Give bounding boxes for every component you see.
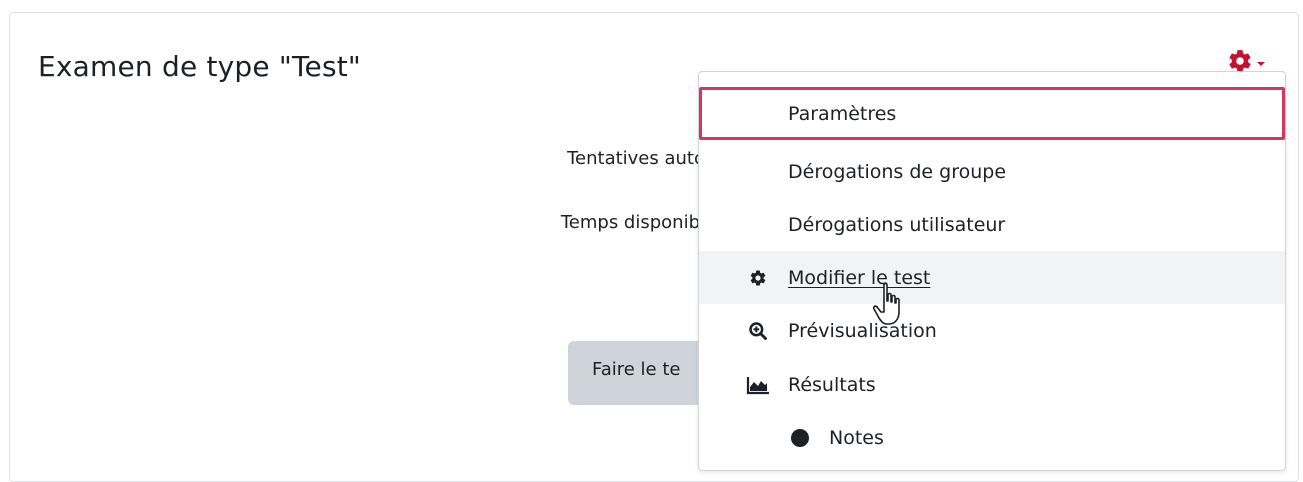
menu-item-user-overrides[interactable]: Dérogations utilisateur (699, 198, 1285, 251)
menu-item-label: Prévisualisation (788, 319, 937, 342)
menu-item-label: Dérogations utilisateur (788, 213, 1006, 236)
time-limit-label: Temps disponibl (560, 212, 705, 233)
menu-item-label: Résultats (788, 373, 876, 396)
menu-item-label: Paramètres (788, 102, 897, 125)
zoom-in-icon (745, 318, 771, 344)
menu-item-label: Dérogations de groupe (788, 160, 1007, 183)
menu-item-label: Notes (829, 426, 884, 449)
settings-dropdown-menu: Paramètres Dérogations de groupe Dérogat… (698, 71, 1286, 471)
page-title: Examen de type "Test" (38, 50, 362, 83)
bullet-icon (787, 425, 813, 451)
menu-item-results[interactable]: Résultats (699, 358, 1285, 411)
menu-item-edit-quiz[interactable]: Modifier le test (699, 251, 1285, 304)
gear-icon (745, 265, 771, 291)
attempts-allowed-label: Tentatives auto (567, 148, 705, 169)
menu-item-grades[interactable]: Notes (699, 411, 1285, 464)
menu-item-label: Modifier le test (788, 266, 931, 289)
chevron-down-icon (1257, 62, 1265, 66)
menu-item-group-overrides[interactable]: Dérogations de groupe (699, 145, 1285, 198)
menu-item-parametres[interactable]: Paramètres (699, 87, 1285, 140)
menu-item-preview[interactable]: Prévisualisation (699, 304, 1285, 357)
area-chart-icon (745, 372, 771, 398)
